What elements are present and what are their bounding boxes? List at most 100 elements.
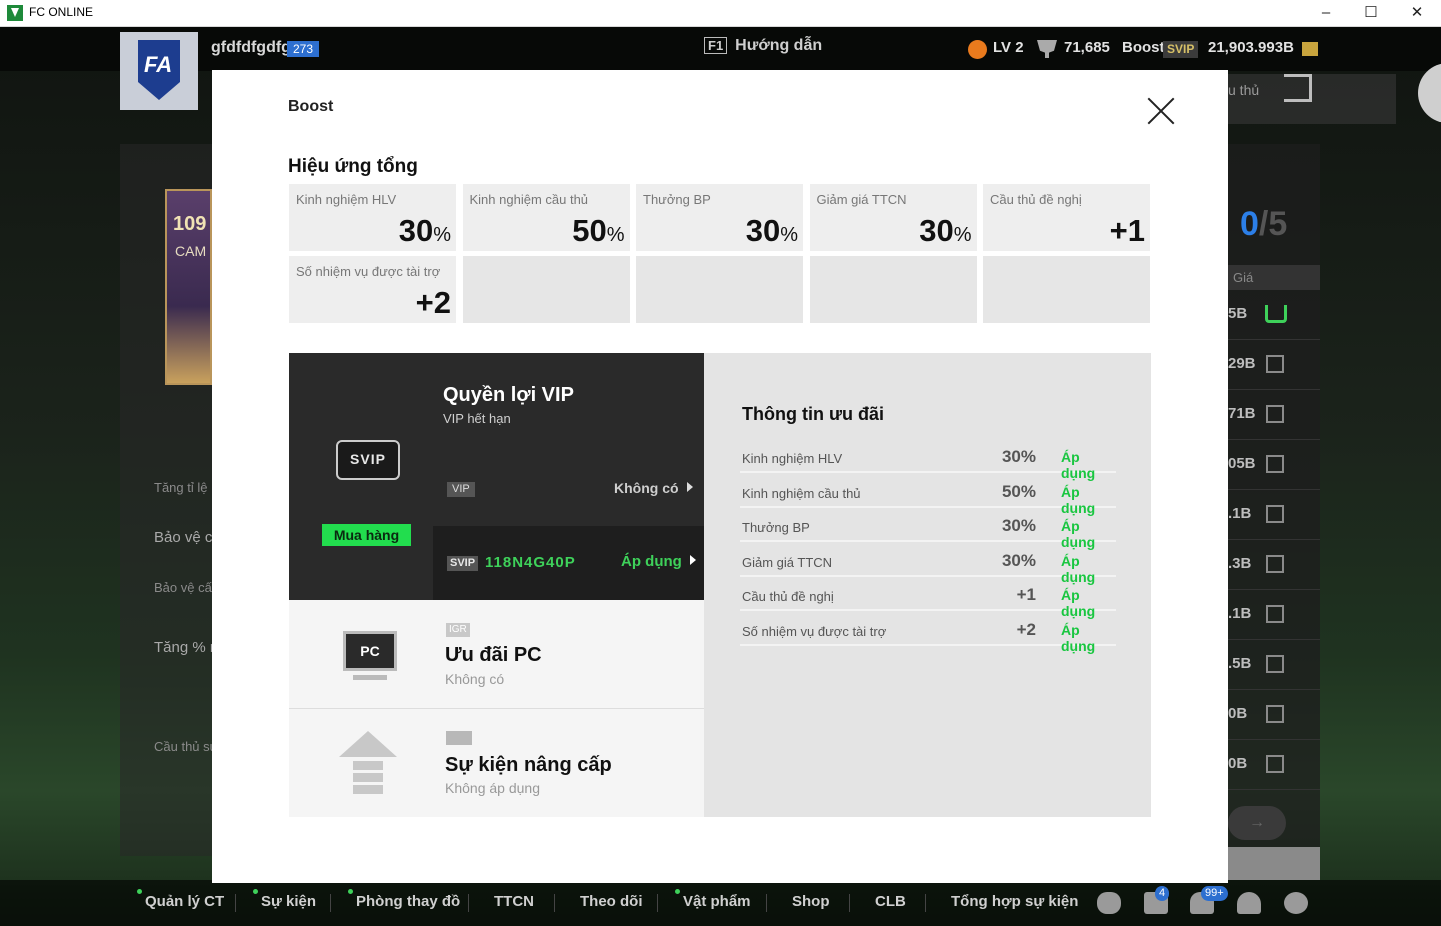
- price-value: 5B: [1228, 305, 1248, 322]
- club-logo[interactable]: [120, 32, 198, 110]
- nav-item-events[interactable]: Sự kiện: [261, 893, 316, 910]
- modal-title: Boost: [288, 98, 334, 115]
- info-label: Cầu thủ đề nghị: [742, 589, 834, 605]
- play-triangle-icon: [689, 555, 696, 565]
- boost-label[interactable]: Boost: [1122, 39, 1165, 56]
- price-checkbox[interactable]: [1266, 355, 1284, 373]
- info-label: Giảm giá TTCN: [742, 554, 833, 570]
- notify-dot: [137, 889, 142, 894]
- stat-label: Kinh nghiệm cầu thủ: [469, 192, 589, 207]
- price-value: .1B: [1228, 605, 1252, 622]
- stat-cell: Giảm giá TTCN 30%: [809, 184, 977, 251]
- nav-item-follow[interactable]: Theo dõi: [580, 893, 643, 910]
- vip-section: Quyền lợi VIP VIP hết hạn SVIP Mua hàng …: [289, 353, 704, 600]
- price-value: .5B: [1228, 655, 1252, 672]
- info-row: Kinh nghiệm HLV 30% Áp dụng: [740, 439, 1116, 481]
- stat-label: Cầu thủ đề nghị: [990, 192, 1082, 207]
- profile-icon[interactable]: [1237, 892, 1261, 914]
- next-arrow-button[interactable]: →: [1228, 806, 1286, 840]
- price-value: 0B: [1228, 705, 1248, 722]
- price-value: 0B: [1228, 755, 1248, 772]
- notify-dot: [348, 889, 353, 894]
- stat-value: 50%: [572, 213, 625, 248]
- nav-item-items[interactable]: Vật phẩm: [683, 893, 751, 910]
- vip-tag: VIP: [447, 482, 475, 497]
- stat-cell: Kinh nghiệm cầu thủ 50%: [462, 184, 630, 251]
- left-label: Bảo vệ cấp: [154, 580, 212, 595]
- level-icon: [968, 40, 987, 59]
- f1-key: F1: [704, 37, 728, 54]
- card-rating: 109: [173, 213, 207, 235]
- pc-section: PC IGR Ưu đãi PC Không có: [289, 600, 704, 709]
- trophy-count: 71,685: [1064, 39, 1110, 56]
- price-row[interactable]: .1B: [1228, 590, 1320, 640]
- svip-apply-link[interactable]: Áp dụng: [621, 553, 696, 570]
- svip-logo-icon: SVIP: [336, 440, 400, 480]
- price-row[interactable]: .1B: [1228, 490, 1320, 540]
- close-icon[interactable]: [1146, 96, 1176, 126]
- chat-icon[interactable]: [1097, 892, 1121, 914]
- price-row[interactable]: 5B: [1228, 290, 1320, 340]
- price-row[interactable]: 29B: [1228, 340, 1320, 390]
- price-checkbox[interactable]: [1266, 455, 1284, 473]
- nav-item-ttcn[interactable]: TTCN: [494, 893, 534, 910]
- guide-label: Hướng dẫn: [735, 37, 823, 54]
- stat-label: Giảm giá TTCN: [816, 192, 907, 207]
- home-badge: 4: [1155, 886, 1170, 901]
- info-panel: Thông tin ưu đãi Kinh nghiệm HLV 30% Áp dụ…: [704, 353, 1151, 817]
- boost-modal: Boost Hiệu ứng tổng Kinh nghiệm HLV 30% Ki…: [212, 70, 1228, 883]
- guide-button[interactable]: F1 Hướng dẫn: [704, 37, 822, 55]
- nav-separator: [554, 894, 555, 912]
- price-row[interactable]: 0B: [1228, 740, 1320, 790]
- price-checkbox[interactable]: [1266, 405, 1284, 423]
- close-window-button[interactable]: ✕: [1394, 0, 1440, 27]
- notify-dot: [675, 889, 680, 894]
- window-title: FC ONLINE: [29, 5, 94, 19]
- nav-item-manager[interactable]: Quản lý CT: [145, 893, 224, 910]
- nav-separator: [766, 894, 767, 912]
- info-value: 50%: [1001, 481, 1036, 501]
- info-row: Thưởng BP 30% Áp dụng: [740, 508, 1116, 550]
- nav-item-event-summary[interactable]: Tổng hợp sự kiện: [951, 893, 1078, 910]
- svip-time-left: 118N4G40P: [485, 554, 576, 571]
- left-label: Tăng % n: [154, 639, 212, 656]
- stat-value: +2: [415, 285, 451, 320]
- selection-count: 0/5: [1240, 205, 1288, 243]
- apply-link[interactable]: Áp dụng: [1061, 622, 1116, 654]
- price-checkbox[interactable]: [1266, 705, 1284, 723]
- minimize-button[interactable]: –: [1303, 0, 1349, 27]
- price-checkbox[interactable]: [1266, 605, 1284, 623]
- buy-button[interactable]: Mua hàng: [322, 524, 411, 546]
- price-row[interactable]: .5B: [1228, 640, 1320, 690]
- nav-item-shop[interactable]: Shop: [792, 893, 830, 910]
- notify-dot: [253, 889, 258, 894]
- price-row[interactable]: 05B: [1228, 440, 1320, 490]
- info-row: Kinh nghiệm cầu thủ 50% Áp dụng: [740, 474, 1116, 516]
- price-value: 29B: [1228, 355, 1256, 372]
- gear-icon[interactable]: [1284, 892, 1308, 914]
- price-checkbox[interactable]: [1266, 655, 1284, 673]
- price-row[interactable]: 71B: [1228, 390, 1320, 440]
- vip-status-link[interactable]: Không có: [614, 480, 693, 496]
- igr-tag: IGR: [446, 623, 470, 637]
- stat-value: 30%: [398, 213, 451, 248]
- nav-item-club[interactable]: CLB: [875, 893, 906, 910]
- maximize-button[interactable]: ☐: [1348, 0, 1394, 27]
- nav-item-locker[interactable]: Phòng thay đồ: [356, 893, 460, 910]
- price-row[interactable]: 0B: [1228, 690, 1320, 740]
- event-title: Sự kiện nâng cấp: [445, 754, 612, 776]
- vip-subtitle: VIP hết hạn: [443, 411, 511, 426]
- bottom-nav: Quản lý CT Sự kiện Phòng thay đồ TTCN Th…: [0, 880, 1441, 926]
- nav-separator: [657, 894, 658, 912]
- price-checkbox[interactable]: [1266, 505, 1284, 523]
- stat-value: 30%: [745, 213, 798, 248]
- stat-label: Số nhiệm vụ được tài trợ: [296, 264, 441, 279]
- stat-label: Kinh nghiệm HLV: [296, 192, 397, 207]
- exit-icon[interactable]: [1284, 74, 1312, 102]
- price-checkbox[interactable]: [1266, 755, 1284, 773]
- avatar[interactable]: [1418, 63, 1441, 123]
- stat-label: Thưởng BP: [643, 192, 711, 207]
- player-card[interactable]: 109 CAM: [165, 189, 212, 385]
- price-row[interactable]: .3B: [1228, 540, 1320, 590]
- price-checkbox[interactable]: [1266, 555, 1284, 573]
